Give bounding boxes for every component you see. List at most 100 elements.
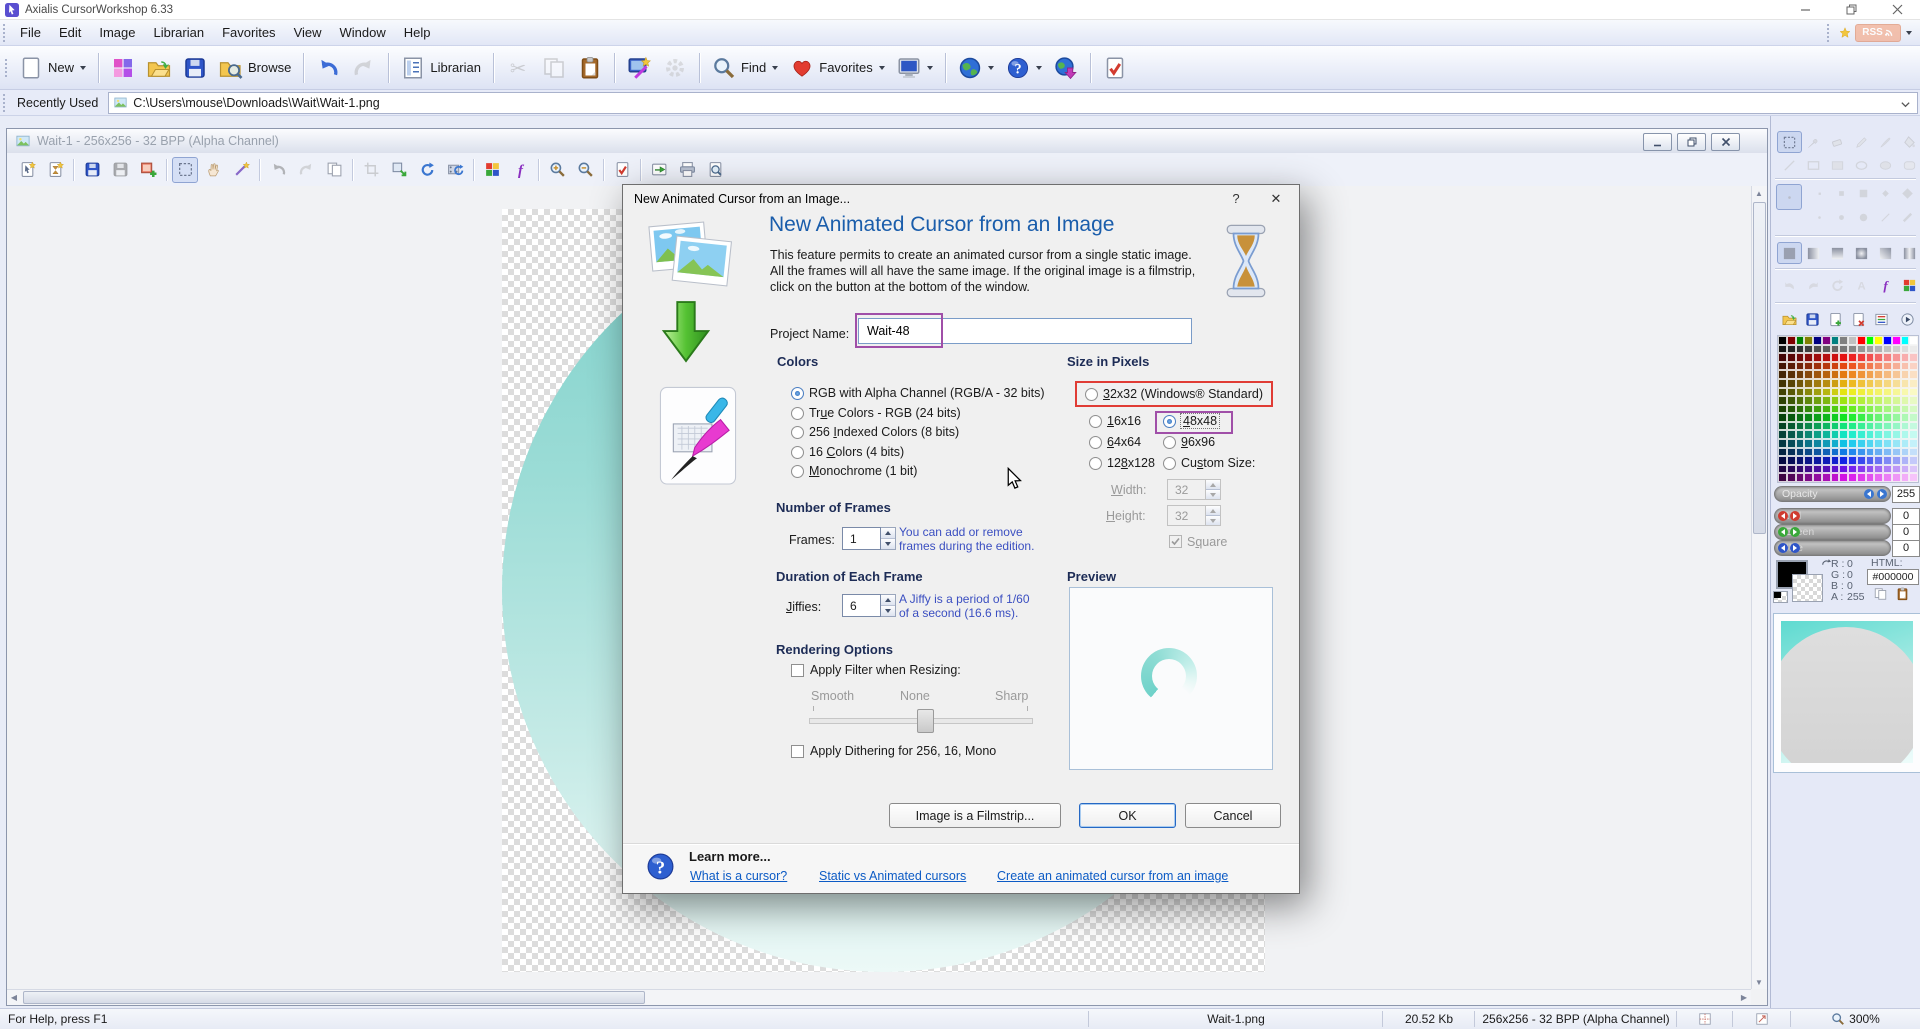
- palette-swatch[interactable]: [1787, 396, 1796, 405]
- palette-swatch[interactable]: [1796, 422, 1805, 431]
- palette-swatch[interactable]: [1822, 430, 1831, 439]
- palette-swatch[interactable]: [1874, 336, 1883, 345]
- menu-image[interactable]: Image: [90, 21, 144, 44]
- palette-swatch[interactable]: [1883, 336, 1892, 345]
- palette-swatch[interactable]: [1909, 448, 1918, 457]
- square-checkbox[interactable]: [1169, 535, 1182, 548]
- palette-swatch[interactable]: [1848, 439, 1857, 448]
- palette-swatch[interactable]: [1813, 465, 1822, 474]
- palette-swatch[interactable]: [1787, 353, 1796, 362]
- blue-slider[interactable]: Blue: [1774, 540, 1891, 556]
- gradient-diag-button[interactable]: [1873, 242, 1898, 264]
- project-name-input[interactable]: [858, 318, 1192, 344]
- palette-swatch[interactable]: [1796, 456, 1805, 465]
- html-color-field[interactable]: #000000: [1867, 569, 1919, 585]
- green-increase-arrow[interactable]: [1790, 527, 1800, 537]
- palette-swatch[interactable]: [1831, 430, 1840, 439]
- palette-swatch[interactable]: [1857, 473, 1866, 482]
- palette-swatch[interactable]: [1874, 362, 1883, 371]
- redo-button[interactable]: [346, 50, 382, 86]
- palette-swatch[interactable]: [1822, 413, 1831, 422]
- palette-swatch[interactable]: [1892, 473, 1901, 482]
- librarian-button[interactable]: Librarian: [395, 50, 487, 86]
- display-dropdown-arrow[interactable]: [927, 66, 933, 70]
- palette-swatch[interactable]: [1901, 448, 1910, 457]
- apply-filter-checkbox[interactable]: [791, 664, 804, 677]
- palette-swatch[interactable]: [1804, 336, 1813, 345]
- palette-swatch[interactable]: [1866, 448, 1875, 457]
- tool-line-button[interactable]: [1777, 154, 1802, 176]
- size-96x96-radio[interactable]: [1163, 436, 1176, 449]
- tool-brush-button[interactable]: [1873, 131, 1898, 153]
- palette-swatch[interactable]: [1866, 345, 1875, 354]
- gradient-solid-button[interactable]: [1777, 242, 1802, 264]
- menu-help[interactable]: Help: [395, 21, 440, 44]
- save-button[interactable]: [79, 157, 105, 183]
- palette-swatch[interactable]: [1901, 353, 1910, 362]
- link-what-is-a-cursor[interactable]: What is a cursor?: [690, 869, 787, 883]
- size-128x128-radio[interactable]: [1089, 457, 1102, 470]
- vertical-scrollbar[interactable]: ▲ ▼: [1751, 186, 1767, 989]
- palette-button[interactable]: [479, 157, 505, 183]
- red-increase-arrow[interactable]: [1790, 511, 1800, 521]
- export-button[interactable]: [646, 157, 672, 183]
- verify-button[interactable]: [1097, 50, 1133, 86]
- palette-swatch[interactable]: [1839, 345, 1848, 354]
- palette-swatch[interactable]: [1839, 396, 1848, 405]
- opacity-slider[interactable]: Opacity: [1774, 486, 1891, 502]
- palette-swatch[interactable]: [1822, 353, 1831, 362]
- palette-swatch[interactable]: [1909, 336, 1918, 345]
- palette-swatch[interactable]: [1892, 422, 1901, 431]
- palette-swatch[interactable]: [1831, 465, 1840, 474]
- palette-swatch[interactable]: [1831, 362, 1840, 371]
- palette-swatch[interactable]: [1831, 473, 1840, 482]
- palette-swatch[interactable]: [1848, 448, 1857, 457]
- palette-swatch[interactable]: [1909, 430, 1918, 439]
- palette-swatch[interactable]: [1901, 456, 1910, 465]
- palette-swatch[interactable]: [1778, 353, 1787, 362]
- palette-swatch[interactable]: [1883, 362, 1892, 371]
- palette-swatch[interactable]: [1796, 353, 1805, 362]
- palette-swatch[interactable]: [1857, 362, 1866, 371]
- palette-swatch[interactable]: [1892, 465, 1901, 474]
- palette-swatch[interactable]: [1787, 388, 1796, 397]
- palette-swatch[interactable]: [1883, 422, 1892, 431]
- palette-swatch[interactable]: [1796, 379, 1805, 388]
- palette-swatch[interactable]: [1901, 405, 1910, 414]
- palette-swatch[interactable]: [1892, 413, 1901, 422]
- palette-swatch[interactable]: [1813, 388, 1822, 397]
- palette-swatch[interactable]: [1892, 439, 1901, 448]
- palette-swatch[interactable]: [1839, 353, 1848, 362]
- palette-swatch[interactable]: [1848, 370, 1857, 379]
- tool-eraser-button[interactable]: [1825, 131, 1850, 153]
- palette-swatch[interactable]: [1822, 396, 1831, 405]
- tool-letterA-button[interactable]: A: [1849, 274, 1874, 296]
- opacity-value[interactable]: 255: [1892, 486, 1920, 503]
- palette-swatch[interactable]: [1796, 405, 1805, 414]
- palette-swatch[interactable]: [1804, 379, 1813, 388]
- palette-swatch[interactable]: [1796, 336, 1805, 345]
- select-tool-button[interactable]: [172, 157, 198, 183]
- palette-swatch[interactable]: [1804, 370, 1813, 379]
- palette-swatch[interactable]: [1813, 448, 1822, 457]
- favorites-button[interactable]: Favorites: [784, 50, 890, 86]
- web-download-button[interactable]: [1048, 50, 1084, 86]
- palette-swatch[interactable]: [1804, 439, 1813, 448]
- opacity-increase-arrow[interactable]: [1877, 489, 1887, 499]
- save-filmstrip-button[interactable]: [107, 157, 133, 183]
- palette-swatch[interactable]: [1813, 439, 1822, 448]
- palette-swatch[interactable]: [1909, 473, 1918, 482]
- palette-swatch[interactable]: [1804, 413, 1813, 422]
- palette-swatch[interactable]: [1901, 422, 1910, 431]
- scroll-left-arrow[interactable]: ◀: [7, 990, 21, 1004]
- palette-swatch[interactable]: [1874, 448, 1883, 457]
- palette-swatch[interactable]: [1874, 465, 1883, 474]
- palette-swatch[interactable]: [1874, 430, 1883, 439]
- tool-palette-grid-button[interactable]: [1897, 274, 1920, 296]
- palette-swatch[interactable]: [1778, 422, 1787, 431]
- horizontal-scroll-thumb[interactable]: [23, 991, 645, 1004]
- open-button[interactable]: [141, 50, 177, 86]
- palette-swatch[interactable]: [1848, 430, 1857, 439]
- palette-swatch[interactable]: [1866, 370, 1875, 379]
- palette-swatch[interactable]: [1831, 448, 1840, 457]
